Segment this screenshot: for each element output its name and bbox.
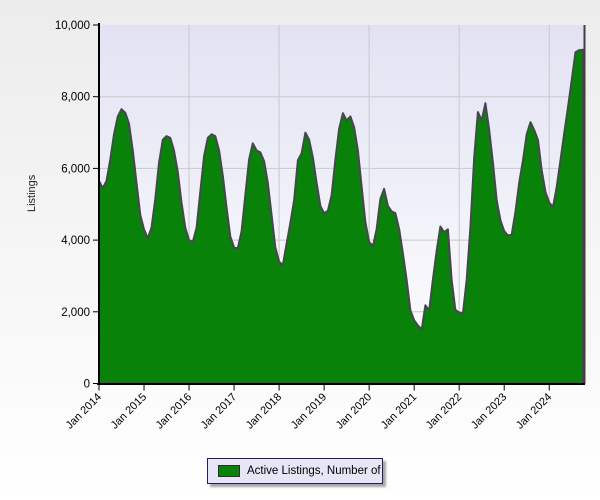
x-tick-label: Jan 2020 (334, 391, 374, 431)
x-tick-label: Jan 2015 (109, 391, 149, 431)
y-tick-label: 0 (84, 379, 90, 391)
active-listings-area-chart: 02,0004,0006,0008,00010,000Jan 2014Jan 2… (0, 0, 600, 500)
legend: Active Listings, Number of (207, 458, 383, 484)
y-tick-label: 10,000 (55, 20, 90, 32)
y-tick-label: 6,000 (61, 163, 90, 175)
legend-label: Active Listings, Number of (247, 465, 381, 477)
x-tick-label: Jan 2016 (154, 391, 194, 431)
legend-swatch (218, 465, 240, 477)
chart-window: 02,0004,0006,0008,00010,000Jan 2014Jan 2… (0, 0, 600, 500)
x-tick-label: Jan 2019 (289, 391, 329, 431)
y-axis-title: Listings (26, 192, 38, 212)
x-tick-label: Jan 2014 (64, 391, 104, 431)
x-tick-label: Jan 2017 (199, 391, 239, 431)
x-tick-label: Jan 2024 (514, 391, 554, 431)
x-tick-label: Jan 2018 (244, 391, 284, 431)
y-tick-label: 2,000 (61, 307, 90, 319)
y-tick-label: 4,000 (61, 235, 90, 247)
x-tick-label: Jan 2023 (469, 391, 509, 431)
x-tick-label: Jan 2021 (379, 391, 419, 431)
y-tick-label: 8,000 (61, 92, 90, 104)
x-tick-label: Jan 2022 (424, 391, 464, 431)
